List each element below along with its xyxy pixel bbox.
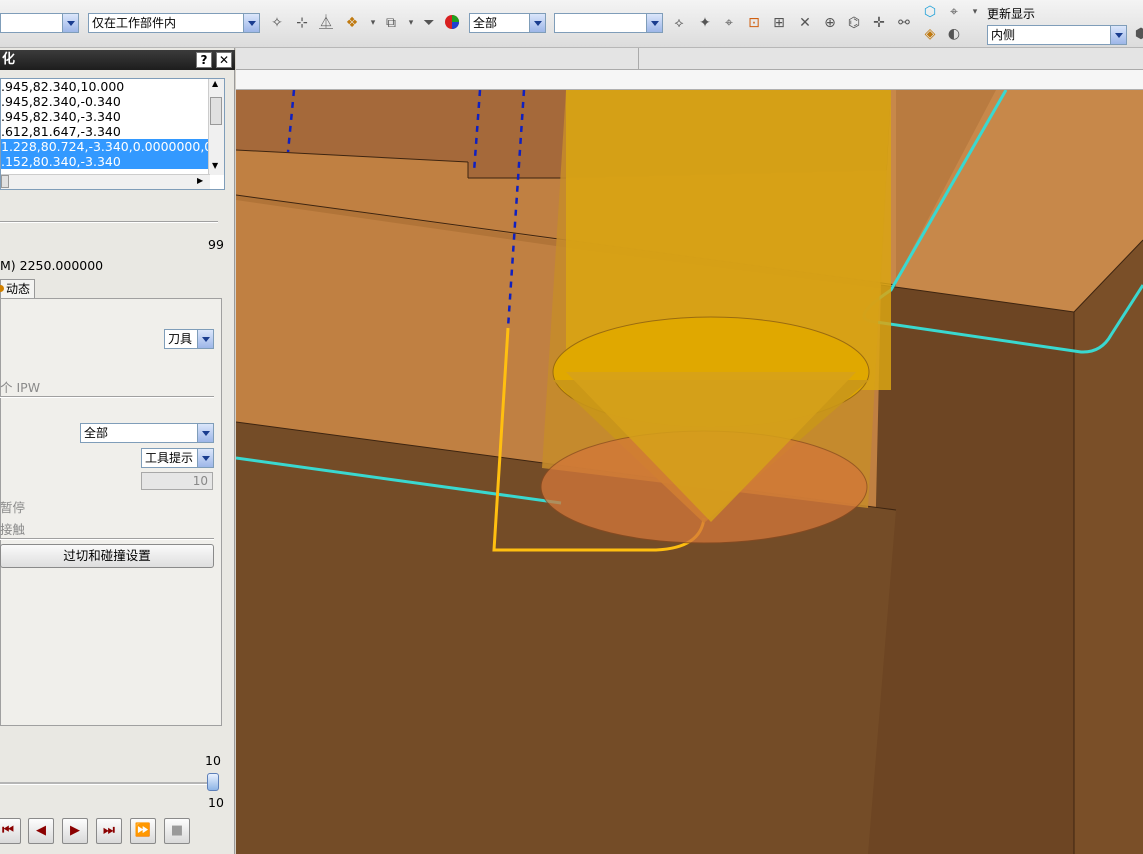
animation-speed-thumb[interactable] bbox=[207, 773, 219, 791]
step-back-icon[interactable]: ◀ bbox=[28, 818, 54, 844]
tab-page-dynamic bbox=[0, 298, 222, 726]
pause-on-collision-label[interactable]: 暂停 bbox=[0, 497, 25, 516]
crosshair-icon[interactable]: ⌖ bbox=[945, 3, 963, 21]
chevron-down-icon[interactable] bbox=[62, 14, 78, 32]
chevron-down-icon[interactable] bbox=[197, 449, 213, 467]
snap-tangent-icon[interactable]: ⊕ bbox=[821, 14, 839, 32]
list-item[interactable]: .945,82.340,-3.340 bbox=[1, 109, 224, 124]
chevron-down-icon[interactable] bbox=[243, 14, 259, 32]
fast-forward-icon[interactable]: ⏩ bbox=[130, 818, 156, 844]
close-button[interactable]: ✕ bbox=[216, 52, 232, 68]
contact-label[interactable]: 接触 bbox=[0, 519, 25, 538]
list-item[interactable]: .945,82.340,10.000 bbox=[1, 79, 224, 94]
chevron-down-icon[interactable] bbox=[529, 14, 545, 32]
chevron-down-icon[interactable]: ▾ bbox=[402, 14, 420, 32]
model-view[interactable] bbox=[236, 90, 1143, 854]
funnel-icon[interactable]: ⏷ bbox=[420, 14, 438, 32]
block-side-face bbox=[1074, 240, 1143, 854]
snap-arc-icon[interactable]: ⚯ bbox=[895, 14, 913, 32]
snap-mid-icon[interactable]: ✦ bbox=[696, 14, 714, 32]
list-vertical-scrollbar[interactable]: ▲ ▼ bbox=[208, 79, 224, 175]
snap-intersect-icon[interactable]: ✕ bbox=[796, 14, 814, 32]
list-item[interactable]: .612,81.647,-3.340 bbox=[1, 124, 224, 139]
slider-max-top: 10 bbox=[205, 753, 221, 768]
stop-icon[interactable]: ■ bbox=[164, 818, 190, 844]
display-all-select[interactable]: 全部 bbox=[80, 423, 214, 443]
snap-end-icon[interactable]: ⟡ bbox=[670, 14, 688, 32]
ipw-text: 个 IPW bbox=[0, 380, 41, 395]
chevron-down-icon[interactable]: ▾ bbox=[966, 3, 984, 21]
chevron-down-icon[interactable]: ▾ bbox=[364, 14, 382, 32]
copy-icon[interactable]: ⧉ bbox=[382, 14, 400, 32]
viewport-tab-bar bbox=[236, 48, 1143, 70]
slider-max-bottom: 10 bbox=[208, 795, 224, 810]
scroll-thumb[interactable] bbox=[1, 175, 9, 188]
top-toolbar: 仅在工作部件内 ✧ ⊹ ⏅ ❖ ▾ ⧉ ▾ ⏷ 全部 ⟡ ✦ ⌖ ⊡ ⊞ ✕ ⊕… bbox=[0, 0, 1143, 48]
snap-grid-icon[interactable]: ✛ bbox=[870, 14, 888, 32]
selection-combo[interactable] bbox=[0, 13, 79, 33]
scroll-thumb[interactable] bbox=[210, 97, 222, 125]
motion-count: 99 bbox=[208, 237, 224, 252]
type-filter-value: 全部 bbox=[473, 16, 498, 30]
solid-icon[interactable]: ◈ bbox=[921, 25, 939, 43]
divider bbox=[0, 538, 214, 540]
tab-dynamic[interactable]: 动态 bbox=[0, 279, 35, 299]
tooltip-select[interactable]: 工具提示 bbox=[141, 448, 214, 468]
layer-combo[interactable] bbox=[554, 13, 663, 33]
display-all-value: 全部 bbox=[84, 426, 109, 440]
animation-speed-track[interactable] bbox=[0, 782, 208, 785]
chevron-down-icon[interactable] bbox=[197, 330, 213, 348]
tab-indicator-icon bbox=[0, 285, 4, 292]
update-display-label[interactable]: 更新显示 bbox=[987, 5, 1035, 22]
side-combo-value: 内侧 bbox=[991, 28, 1016, 42]
list-item[interactable]: 1.228,80.724,-3.340,0.0000000,0.0 bbox=[1, 139, 224, 154]
list-item[interactable]: .945,82.340,-0.340 bbox=[1, 94, 224, 109]
count-field[interactable]: 10 bbox=[141, 472, 213, 490]
toolpath-list[interactable]: .945,82.340,10.000 .945,82.340,-0.340 .9… bbox=[0, 78, 225, 190]
filter-icon[interactable]: ⏅ bbox=[317, 14, 335, 32]
viewport-header bbox=[236, 70, 1143, 90]
scope-combo[interactable]: 仅在工作部件内 bbox=[88, 13, 260, 33]
color-wheel-icon[interactable] bbox=[443, 14, 461, 32]
step-forward-icon[interactable]: ⏭ bbox=[96, 818, 122, 844]
chevron-down-icon[interactable]: ▼ bbox=[212, 161, 218, 170]
panel-title: 化 bbox=[2, 52, 16, 67]
side-combo[interactable]: 内侧 bbox=[987, 25, 1127, 45]
tooltip-value: 工具提示 bbox=[145, 451, 194, 465]
snap-control-icon[interactable]: ⌖ bbox=[720, 14, 738, 32]
hexagon-icon[interactable]: ⬡ bbox=[921, 3, 939, 21]
graphics-viewport[interactable] bbox=[236, 90, 1143, 854]
snap-icon[interactable]: ✧ bbox=[268, 14, 286, 32]
shade-icon[interactable]: ◐ bbox=[945, 25, 963, 43]
chevron-down-icon[interactable] bbox=[1110, 26, 1126, 44]
chevron-right-icon[interactable]: ▶ bbox=[197, 176, 203, 185]
overcut-collision-settings-button[interactable]: 过切和碰撞设置 bbox=[0, 544, 214, 568]
divider bbox=[0, 221, 218, 223]
cube-icon[interactable]: ⬢ bbox=[1132, 25, 1143, 43]
chevron-down-icon[interactable] bbox=[197, 424, 213, 442]
tool-display-select[interactable]: 刀具 bbox=[164, 329, 214, 349]
divider bbox=[638, 48, 639, 70]
snap-quadrant-icon[interactable]: ⊞ bbox=[770, 14, 788, 32]
panel-title-bar: 化 ? ✕ bbox=[0, 50, 235, 70]
block-front-face bbox=[868, 285, 1074, 854]
snap-center-icon[interactable]: ⊡ bbox=[745, 14, 763, 32]
snap-pole-icon[interactable]: ⌬ bbox=[845, 14, 863, 32]
divider bbox=[0, 396, 214, 398]
feed-rate-text: M) 2250.000000 bbox=[0, 258, 104, 273]
list-horizontal-scrollbar[interactable]: ▶ bbox=[1, 174, 210, 189]
chevron-down-icon[interactable] bbox=[646, 14, 662, 32]
rewind-icon[interactable]: ⏮ bbox=[0, 818, 21, 844]
type-filter-combo[interactable]: 全部 bbox=[469, 13, 546, 33]
list-item[interactable]: .152,80.340,-3.340 bbox=[1, 154, 224, 169]
scope-combo-value: 仅在工作部件内 bbox=[92, 16, 177, 30]
tool-display-value: 刀具 bbox=[168, 332, 193, 346]
tab-dynamic-label: 动态 bbox=[6, 282, 31, 296]
point-icon[interactable]: ⊹ bbox=[293, 14, 311, 32]
visualize-panel: 化 ? ✕ .945,82.340,10.000 .945,82.340,-0.… bbox=[0, 48, 235, 854]
chevron-up-icon[interactable]: ▲ bbox=[212, 79, 218, 88]
select-tool-icon[interactable]: ❖ bbox=[343, 14, 361, 32]
play-icon[interactable]: ▶ bbox=[62, 818, 88, 844]
help-button[interactable]: ? bbox=[196, 52, 212, 68]
